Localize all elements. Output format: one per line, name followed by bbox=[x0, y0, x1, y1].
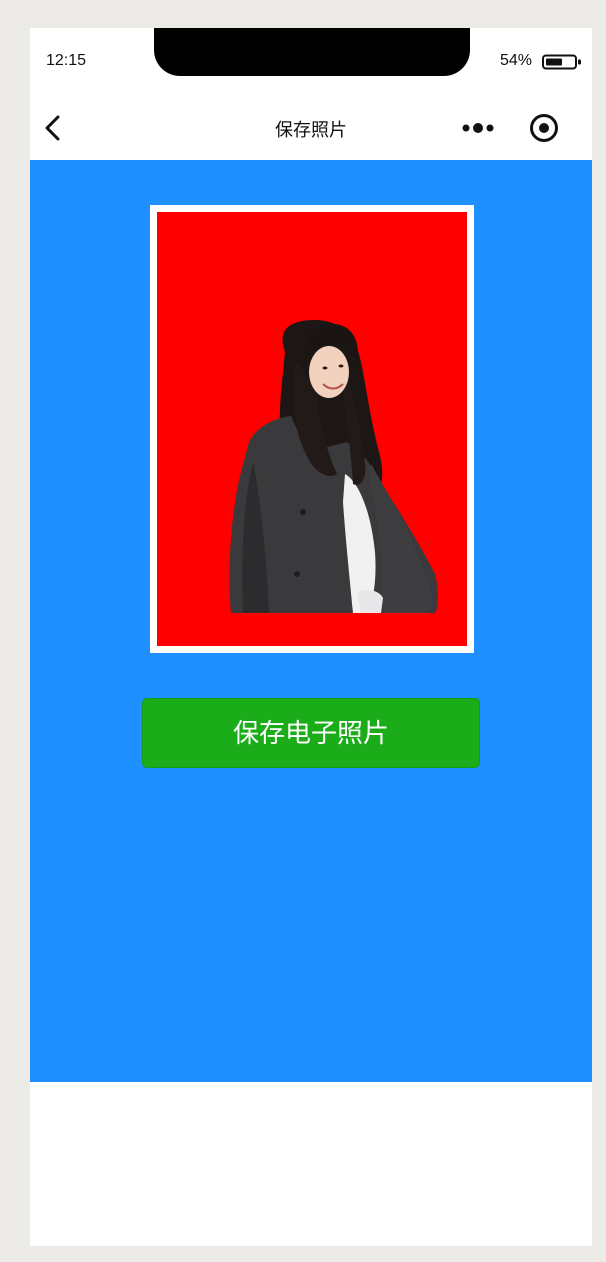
bottom-area bbox=[30, 1082, 592, 1246]
status-time: 12:15 bbox=[46, 52, 87, 69]
battery-percent: 54% bbox=[500, 52, 533, 69]
save-photo-button[interactable]: 保存电子照片 bbox=[142, 698, 480, 768]
battery-icon bbox=[542, 54, 581, 70]
photo-frame bbox=[150, 205, 474, 653]
notch bbox=[154, 28, 470, 76]
more-dots-icon[interactable] bbox=[460, 118, 496, 138]
id-photo bbox=[157, 212, 467, 646]
phone-screen: 12:15 54% 保存照片 保存电子照片 bbox=[30, 28, 592, 1246]
main-content: 保存电子照片 bbox=[30, 160, 592, 1082]
person-portrait bbox=[229, 320, 438, 613]
navigation-bar: 保存照片 bbox=[30, 96, 592, 160]
target-icon[interactable] bbox=[528, 112, 560, 144]
status-bar: 12:15 54% bbox=[30, 28, 592, 96]
page-title: 保存照片 bbox=[275, 120, 347, 140]
